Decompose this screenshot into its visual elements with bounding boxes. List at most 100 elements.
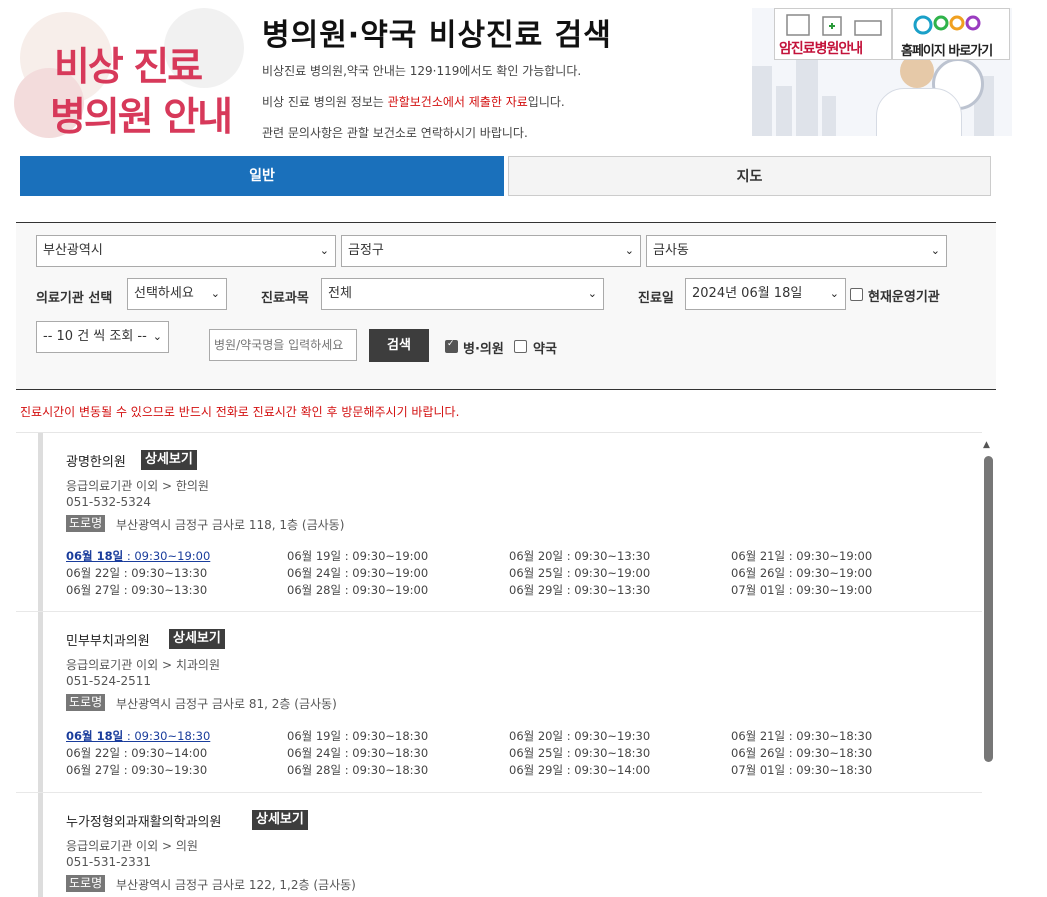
intro-text-2-highlight: 관할보건소에서 제출한 자료 — [387, 95, 528, 109]
chevron-down-icon: ⌄ — [829, 287, 839, 300]
banner-building — [822, 96, 836, 136]
chevron-down-icon: ⌄ — [319, 244, 329, 257]
department-select[interactable]: 전체 ⌄ — [321, 278, 604, 310]
road-address-badge: 도로명 — [66, 515, 106, 532]
chevron-down-icon: ⌄ — [210, 287, 220, 300]
facility-name: 민부부치과의원 — [66, 634, 150, 649]
schedule-entry: 06월 25일 : 09:30~18:30 — [509, 746, 651, 760]
district-select[interactable]: 금정구 ⌄ — [341, 235, 641, 267]
department-select-value: 전체 — [328, 286, 352, 301]
city-select-value: 부산광역시 — [43, 243, 103, 258]
result-item: 민부부치과의원 상세보기 응급의료기관 이외 > 치과의원 051-524-25… — [16, 612, 982, 793]
district-select-value: 금정구 — [348, 243, 384, 258]
schedule-today[interactable]: 06월 18일 : 09:30~18:30 — [66, 728, 210, 744]
road-address-badge: 도로명 — [66, 694, 106, 711]
facility-phone: 051-524-2511 — [66, 674, 152, 688]
schedule-entry: 06월 24일 : 09:30~18:30 — [287, 746, 429, 760]
detail-view-button[interactable]: 상세보기 — [141, 450, 197, 470]
schedule-entry: 06월 29일 : 09:30~14:00 — [509, 763, 651, 777]
intro-text-2-post: 입니다. — [527, 95, 565, 109]
emergency-care-logo: 비상 진료 병의원 안내 — [14, 8, 246, 140]
facility-phone: 051-532-5324 — [66, 495, 152, 509]
schedule-entry: 06월 19일 : 09:30~19:00 — [287, 549, 429, 563]
schedule-entry: 06월 24일 : 09:30~19:00 — [287, 566, 429, 580]
detail-view-button[interactable]: 상세보기 — [252, 810, 308, 830]
operating-now-checkbox[interactable] — [850, 288, 863, 301]
results-list: 광명한의원 상세보기 응급의료기관 이외 > 한의원 051-532-5324 … — [16, 432, 982, 897]
intro-text-1: 비상진료 병의원,약국 안내는 129·119에서도 확인 가능합니다. — [262, 64, 582, 78]
name-search-input[interactable] — [209, 329, 357, 361]
chevron-down-icon: ⌄ — [624, 244, 634, 257]
dong-select[interactable]: 금사동 ⌄ — [646, 235, 947, 267]
schedule-today[interactable]: 06월 18일 : 09:30~19:00 — [66, 548, 210, 564]
detail-view-button[interactable]: 상세보기 — [169, 629, 225, 649]
facility-category: 응급의료기관 이외 > 의원 — [66, 839, 198, 853]
search-panel: 부산광역시 ⌄ 금정구 ⌄ 금사동 ⌄ 의료기관 선택 선택하세요 ⌄ 진료과목 전체 ⌄… — [16, 222, 996, 390]
notice-text: 진료시간이 변동될 수 있으므로 반드시 전화로 진료시간 확인 후 방문해주시… — [20, 405, 460, 419]
chevron-down-icon: ⌄ — [930, 244, 940, 257]
facility-name: 광명한의원 — [66, 455, 126, 470]
header-banner: 암진료병원안내 홈페이지 바로가기 — [752, 8, 1012, 136]
road-address-badge: 도로명 — [66, 875, 106, 892]
operating-now-label: 현재운영기관 — [868, 290, 940, 305]
schedule-entry: 06월 22일 : 09:30~13:30 — [66, 566, 208, 580]
schedule-entry: 06월 28일 : 09:30~19:00 — [287, 583, 429, 597]
department-label: 진료과목 — [261, 291, 309, 306]
schedule-entry: 06월 21일 : 09:30~19:00 — [731, 549, 873, 563]
clinic-checkbox-label: 병·의원 — [463, 342, 504, 357]
schedule-entry: 06월 19일 : 09:30~18:30 — [287, 729, 429, 743]
search-button[interactable]: 검색 — [369, 329, 429, 362]
facility-category: 응급의료기관 이외 > 한의원 — [66, 479, 209, 493]
facility-select[interactable]: 선택하세요 ⌄ — [127, 278, 227, 310]
scrollbar-thumb[interactable] — [984, 456, 993, 762]
tab-map[interactable]: 지도 — [508, 156, 991, 196]
page-title: 병의원·약국 비상진료 검색 — [262, 18, 612, 53]
logo-text-line2: 병의원 안내 — [50, 95, 233, 140]
treatment-date-label: 진료일 — [638, 291, 674, 306]
schedule-entry: 06월 25일 : 09:30~19:00 — [509, 566, 651, 580]
homepage-link-label: 홈페이지 바로가기 — [901, 44, 993, 59]
result-item: 누가정형외과재활의학과의원 상세보기 응급의료기관 이외 > 의원 051-53… — [16, 793, 982, 897]
doctor-illustration — [876, 88, 962, 136]
cancer-hospital-label: 암진료병원안내 — [779, 41, 863, 57]
hospital-icon — [786, 14, 882, 36]
schedule-entry: 06월 26일 : 09:30~19:00 — [731, 566, 873, 580]
banner-building — [796, 56, 818, 136]
facility-category: 응급의료기관 이외 > 치과의원 — [66, 658, 220, 672]
schedule-entry: 06월 27일 : 09:30~13:30 — [66, 583, 208, 597]
intro-text-2: 비상 진료 병의원 정보는 관할보건소에서 제출한 자료입니다. — [262, 93, 565, 110]
intro-text-2-pre: 비상 진료 병의원 정보는 — [262, 95, 388, 109]
schedule-entry: 07월 01일 : 09:30~19:00 — [731, 583, 873, 597]
facility-phone: 051-531-2331 — [66, 855, 152, 869]
banner-building — [776, 86, 792, 136]
schedule-entry: 06월 20일 : 09:30~13:30 — [509, 549, 651, 563]
page-size-value: -- 10 건 씩 조회 -- — [43, 329, 147, 344]
facility-select-value: 선택하세요 — [134, 286, 194, 301]
tab-general[interactable]: 일반 — [20, 156, 504, 196]
logo-text-line1: 비상 진료 — [54, 45, 203, 90]
schedule-entry: 06월 22일 : 09:30~14:00 — [66, 746, 208, 760]
page-size-select[interactable]: -- 10 건 씩 조회 -- ⌄ — [36, 321, 169, 353]
schedule-entry: 06월 27일 : 09:30~19:30 — [66, 763, 208, 777]
banner-building — [752, 66, 772, 136]
pharmacy-checkbox[interactable] — [514, 340, 527, 353]
facility-address: 부산광역시 금정구 금사로 122, 1,2층 (금사동) — [116, 878, 356, 892]
city-select[interactable]: 부산광역시 ⌄ — [36, 235, 336, 267]
pharmacy-checkbox-label: 약국 — [533, 342, 557, 357]
facility-address: 부산광역시 금정구 금사로 81, 2층 (금사동) — [116, 697, 337, 711]
homepage-link-button[interactable]: 홈페이지 바로가기 — [892, 8, 1010, 60]
treatment-date-select[interactable]: 2024년 06월 18일 ⌄ — [685, 278, 846, 310]
homepage-logo-icon — [913, 15, 981, 35]
chevron-down-icon: ⌄ — [587, 287, 597, 300]
schedule-entry: 07월 01일 : 09:30~18:30 — [731, 763, 873, 777]
cancer-hospital-button[interactable]: 암진료병원안내 — [774, 8, 892, 60]
chevron-down-icon: ⌄ — [152, 330, 162, 343]
clinic-checkbox[interactable] — [445, 339, 458, 353]
schedule-entry: 06월 29일 : 09:30~13:30 — [509, 583, 651, 597]
schedule-entry: 06월 26일 : 09:30~18:30 — [731, 746, 873, 760]
schedule-entry: 06월 21일 : 09:30~18:30 — [731, 729, 873, 743]
facility-address: 부산광역시 금정구 금사로 118, 1층 (금사동) — [116, 518, 345, 532]
facility-label: 의료기관 선택 — [36, 291, 113, 306]
scroll-up-arrow-icon[interactable]: ▲ — [983, 440, 990, 450]
schedule-entry: 06월 20일 : 09:30~19:30 — [509, 729, 651, 743]
